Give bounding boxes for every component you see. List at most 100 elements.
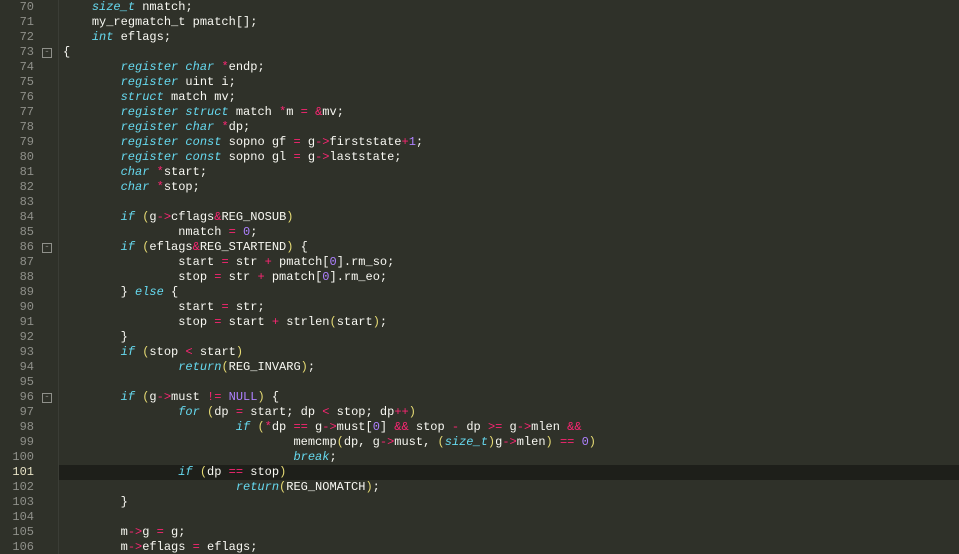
line-number[interactable]: 76 <box>0 90 34 105</box>
fold-column[interactable]: - - - <box>40 0 54 554</box>
code-line[interactable]: stop = str + pmatch[0].rm_eo; <box>63 270 959 285</box>
fold-cell[interactable] <box>40 435 54 450</box>
code-line[interactable]: if (eflags&REG_STARTEND) { <box>63 240 959 255</box>
fold-cell[interactable] <box>40 360 54 375</box>
code-line[interactable]: char *stop; <box>63 180 959 195</box>
fold-collapse-icon[interactable]: - <box>42 243 52 253</box>
code-line[interactable]: if (g->must != NULL) { <box>63 390 959 405</box>
line-number[interactable]: 81 <box>0 165 34 180</box>
code-line[interactable]: nmatch = 0; <box>63 225 959 240</box>
code-line[interactable]: my_regmatch_t pmatch[]; <box>63 15 959 30</box>
fold-collapse-icon[interactable]: - <box>42 393 52 403</box>
code-line[interactable]: start = str; <box>63 300 959 315</box>
fold-cell[interactable] <box>40 90 54 105</box>
code-line[interactable]: size_t nmatch; <box>63 0 959 15</box>
line-number[interactable]: 96 <box>0 390 34 405</box>
fold-cell[interactable] <box>40 135 54 150</box>
fold-cell[interactable] <box>40 165 54 180</box>
code-line[interactable] <box>63 195 959 210</box>
line-number[interactable]: 86 <box>0 240 34 255</box>
fold-cell[interactable] <box>40 345 54 360</box>
line-number[interactable]: 87 <box>0 255 34 270</box>
fold-cell[interactable] <box>40 195 54 210</box>
fold-cell[interactable] <box>40 465 54 480</box>
line-number[interactable]: 93 <box>0 345 34 360</box>
line-number[interactable]: 71 <box>0 15 34 30</box>
code-line[interactable]: if (stop < start) <box>63 345 959 360</box>
fold-cell[interactable] <box>40 60 54 75</box>
fold-cell[interactable] <box>40 270 54 285</box>
code-line[interactable]: struct match mv; <box>63 90 959 105</box>
line-number[interactable]: 83 <box>0 195 34 210</box>
line-number[interactable]: 92 <box>0 330 34 345</box>
fold-cell[interactable] <box>40 120 54 135</box>
line-number[interactable]: 73 <box>0 45 34 60</box>
line-number[interactable]: 77 <box>0 105 34 120</box>
code-line[interactable]: if (*dp == g->must[0] && stop - dp >= g-… <box>63 420 959 435</box>
line-number[interactable]: 94 <box>0 360 34 375</box>
code-line[interactable]: m->eflags = eflags; <box>63 540 959 554</box>
line-number[interactable]: 106 <box>0 540 34 554</box>
code-line[interactable]: register uint i; <box>63 75 959 90</box>
code-line[interactable]: int eflags; <box>63 30 959 45</box>
code-line[interactable]: register char *dp; <box>63 120 959 135</box>
fold-cell[interactable] <box>40 225 54 240</box>
fold-cell[interactable] <box>40 525 54 540</box>
line-number[interactable]: 80 <box>0 150 34 165</box>
fold-cell[interactable] <box>40 180 54 195</box>
fold-cell[interactable]: - <box>40 240 54 255</box>
code-editor[interactable]: 7071727374757677787980818283848586878889… <box>0 0 959 554</box>
line-number[interactable]: 99 <box>0 435 34 450</box>
code-line[interactable]: m->g = g; <box>63 525 959 540</box>
line-number[interactable]: 91 <box>0 315 34 330</box>
line-number[interactable]: 89 <box>0 285 34 300</box>
fold-cell[interactable] <box>40 375 54 390</box>
fold-cell[interactable] <box>40 540 54 554</box>
code-line[interactable]: } <box>63 495 959 510</box>
fold-cell[interactable] <box>40 105 54 120</box>
fold-cell[interactable]: - <box>40 45 54 60</box>
code-line[interactable] <box>63 510 959 525</box>
line-number[interactable]: 75 <box>0 75 34 90</box>
fold-cell[interactable] <box>40 150 54 165</box>
line-number[interactable]: 100 <box>0 450 34 465</box>
line-number[interactable]: 72 <box>0 30 34 45</box>
fold-cell[interactable] <box>40 480 54 495</box>
fold-cell[interactable] <box>40 315 54 330</box>
fold-cell[interactable] <box>40 420 54 435</box>
line-number[interactable]: 74 <box>0 60 34 75</box>
code-line[interactable]: start = str + pmatch[0].rm_so; <box>63 255 959 270</box>
line-number[interactable]: 101 <box>0 465 34 480</box>
fold-cell[interactable] <box>40 15 54 30</box>
line-number[interactable]: 95 <box>0 375 34 390</box>
code-line[interactable]: register char *endp; <box>63 60 959 75</box>
fold-cell[interactable] <box>40 510 54 525</box>
fold-cell[interactable] <box>40 75 54 90</box>
code-line[interactable]: if (g->cflags&REG_NOSUB) <box>63 210 959 225</box>
line-number[interactable]: 105 <box>0 525 34 540</box>
code-area[interactable]: size_t nmatch; my_regmatch_t pmatch[]; i… <box>59 0 959 554</box>
line-number[interactable]: 70 <box>0 0 34 15</box>
fold-cell[interactable] <box>40 300 54 315</box>
code-line[interactable]: char *start; <box>63 165 959 180</box>
fold-cell[interactable] <box>40 330 54 345</box>
line-number[interactable]: 98 <box>0 420 34 435</box>
fold-cell[interactable] <box>40 285 54 300</box>
code-line[interactable]: for (dp = start; dp < stop; dp++) <box>63 405 959 420</box>
line-number[interactable]: 88 <box>0 270 34 285</box>
fold-cell[interactable] <box>40 30 54 45</box>
code-line[interactable]: { <box>63 45 959 60</box>
code-line[interactable]: } <box>63 330 959 345</box>
code-line[interactable]: if (dp == stop) <box>59 465 959 480</box>
code-line[interactable]: return(REG_INVARG); <box>63 360 959 375</box>
fold-cell[interactable] <box>40 450 54 465</box>
fold-cell[interactable] <box>40 0 54 15</box>
code-line[interactable]: memcmp(dp, g->must, (size_t)g->mlen) == … <box>63 435 959 450</box>
line-number[interactable]: 102 <box>0 480 34 495</box>
line-number[interactable]: 84 <box>0 210 34 225</box>
code-line[interactable]: stop = start + strlen(start); <box>63 315 959 330</box>
code-line[interactable]: register const sopno gf = g->firststate+… <box>63 135 959 150</box>
line-number-gutter[interactable]: 7071727374757677787980818283848586878889… <box>0 0 40 554</box>
code-line[interactable]: break; <box>63 450 959 465</box>
line-number[interactable]: 82 <box>0 180 34 195</box>
